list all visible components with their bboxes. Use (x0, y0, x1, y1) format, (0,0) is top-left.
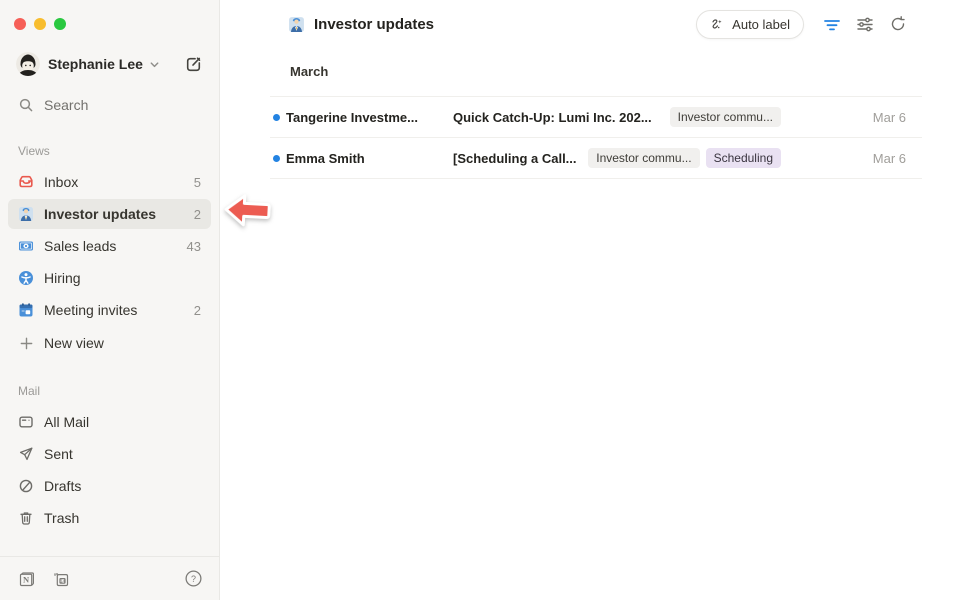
label-tag[interactable]: Investor commu... (588, 148, 699, 168)
email-list: March Tangerine Investme... Quick Catch-… (270, 48, 922, 179)
svg-text:14: 14 (60, 578, 66, 583)
new-view-button[interactable]: New view (8, 328, 211, 358)
plus-icon (18, 335, 34, 351)
investor-person-icon (18, 206, 34, 222)
group-header: March (270, 58, 922, 97)
email-sender: Tangerine Investme... (286, 110, 453, 125)
minimize-window-button[interactable] (34, 18, 46, 30)
chevron-down-icon[interactable] (149, 59, 160, 70)
views-section-label: Views (0, 144, 219, 158)
views-nav: Inbox 5 Investor updates 2 Sales leads 4… (0, 167, 219, 360)
sidebar-item-meeting-invites[interactable]: Meeting invites 2 (8, 295, 211, 325)
header-actions: Auto label (696, 10, 910, 39)
sidebar-item-label: Investor updates (44, 206, 156, 222)
auto-label-button[interactable]: Auto label (696, 10, 804, 39)
notion-app-icon[interactable]: N (18, 570, 36, 588)
sidebar-item-sales-leads[interactable]: Sales leads 43 (8, 231, 211, 261)
sidebar-item-label: Meeting invites (44, 302, 137, 318)
sidebar-item-all-mail[interactable]: All Mail (8, 407, 211, 437)
draft-pencil-circle-icon (18, 478, 34, 494)
email-date: Mar 6 (866, 151, 906, 166)
sidebar-item-label: All Mail (44, 414, 89, 430)
unread-count: 2 (194, 207, 201, 222)
display-settings-sliders-icon[interactable] (853, 12, 877, 36)
main-panel: Investor updates Auto label March Tanger… (220, 0, 960, 600)
group-label: March (290, 64, 328, 79)
email-date: Mar 6 (866, 110, 906, 125)
email-labels: Investor commu... Scheduling (588, 148, 781, 168)
main-header: Investor updates Auto label (220, 0, 960, 48)
inbox-tray-icon (18, 174, 34, 190)
unread-count: 43 (187, 239, 201, 254)
avatar (16, 52, 40, 76)
search-row[interactable]: Search (18, 92, 203, 118)
sidebar-item-label: Drafts (44, 478, 81, 494)
sidebar: Stephanie Lee Search Views Inbox 5 Inves… (0, 0, 220, 600)
unread-dot-icon (273, 155, 280, 162)
unread-dot-icon (273, 114, 280, 121)
email-subject: [Scheduling a Call... (453, 151, 588, 166)
account-name: Stephanie Lee (48, 56, 143, 72)
calendar-icon (18, 302, 34, 318)
unread-indicator (270, 114, 286, 121)
unread-count: 2 (194, 303, 201, 318)
search-label: Search (44, 97, 88, 113)
mail-section-label: Mail (0, 384, 219, 398)
trash-icon (18, 510, 34, 526)
investor-person-icon (288, 16, 305, 33)
auto-label-wand-icon (710, 17, 725, 32)
filter-icon[interactable] (820, 12, 844, 36)
sidebar-item-investor-updates[interactable]: Investor updates 2 (8, 199, 211, 229)
svg-text:?: ? (191, 574, 196, 584)
person-circle-icon (18, 270, 34, 286)
account-row[interactable]: Stephanie Lee (16, 50, 203, 78)
sidebar-item-label: Trash (44, 510, 79, 526)
close-window-button[interactable] (14, 18, 26, 30)
email-row[interactable]: Tangerine Investme... Quick Catch-Up: Lu… (270, 97, 922, 138)
sidebar-item-trash[interactable]: Trash (8, 503, 211, 533)
new-view-label: New view (44, 335, 104, 351)
sidebar-footer: N 14 ? (0, 556, 219, 600)
sidebar-item-sent[interactable]: Sent (8, 439, 211, 469)
window-controls (0, 0, 219, 30)
label-tag[interactable]: Scheduling (706, 148, 781, 168)
all-mail-icon (18, 414, 34, 430)
sidebar-item-label: Inbox (44, 174, 78, 190)
search-icon (18, 97, 34, 113)
paper-plane-icon (18, 446, 34, 462)
sidebar-item-drafts[interactable]: Drafts (8, 471, 211, 501)
email-subject: Quick Catch-Up: Lumi Inc. 202... (453, 110, 670, 125)
sidebar-item-hiring[interactable]: Hiring (8, 263, 211, 293)
auto-label-label: Auto label (732, 17, 790, 32)
unread-indicator (270, 155, 286, 162)
compose-icon[interactable] (184, 55, 203, 74)
banknote-icon (18, 238, 34, 254)
email-labels: Investor commu... (670, 107, 781, 127)
unread-count: 5 (194, 175, 201, 190)
page-title: Investor updates (314, 16, 434, 33)
refresh-icon[interactable] (886, 12, 910, 36)
mail-nav: All Mail Sent Drafts Trash (0, 407, 219, 535)
sidebar-item-label: Sent (44, 446, 73, 462)
sidebar-item-label: Sales leads (44, 238, 116, 254)
sidebar-item-label: Hiring (44, 270, 81, 286)
email-row[interactable]: Emma Smith [Scheduling a Call... Investo… (270, 138, 922, 179)
email-sender: Emma Smith (286, 151, 453, 166)
notion-calendar-app-icon[interactable]: 14 (52, 570, 70, 588)
label-tag[interactable]: Investor commu... (670, 107, 781, 127)
sidebar-item-inbox[interactable]: Inbox 5 (8, 167, 211, 197)
help-icon[interactable]: ? (184, 569, 203, 588)
zoom-window-button[interactable] (54, 18, 66, 30)
svg-text:N: N (23, 574, 30, 584)
